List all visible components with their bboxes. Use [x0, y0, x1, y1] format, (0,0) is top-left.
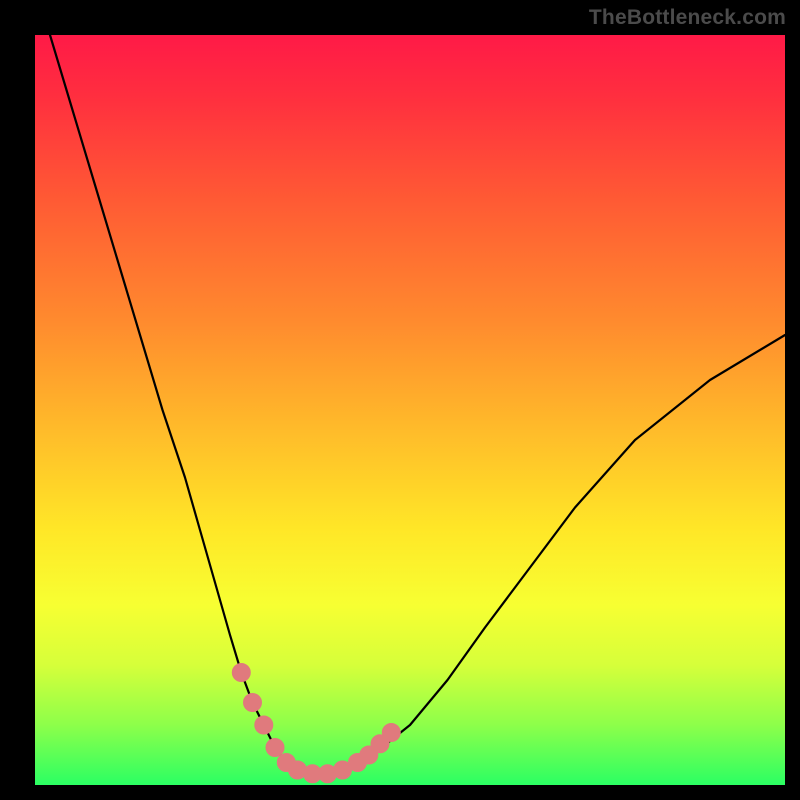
watermark-text: TheBottleneck.com [589, 6, 786, 30]
marker-group [232, 664, 400, 783]
curve-marker [255, 716, 273, 734]
chart-frame: TheBottleneck.com [0, 0, 800, 800]
curve-marker [244, 694, 262, 712]
curve-layer [35, 35, 785, 785]
curve-marker [382, 724, 400, 742]
plot-area [35, 35, 785, 785]
curve-marker [232, 664, 250, 682]
bottleneck-curve [50, 35, 785, 774]
curve-marker [266, 739, 284, 757]
